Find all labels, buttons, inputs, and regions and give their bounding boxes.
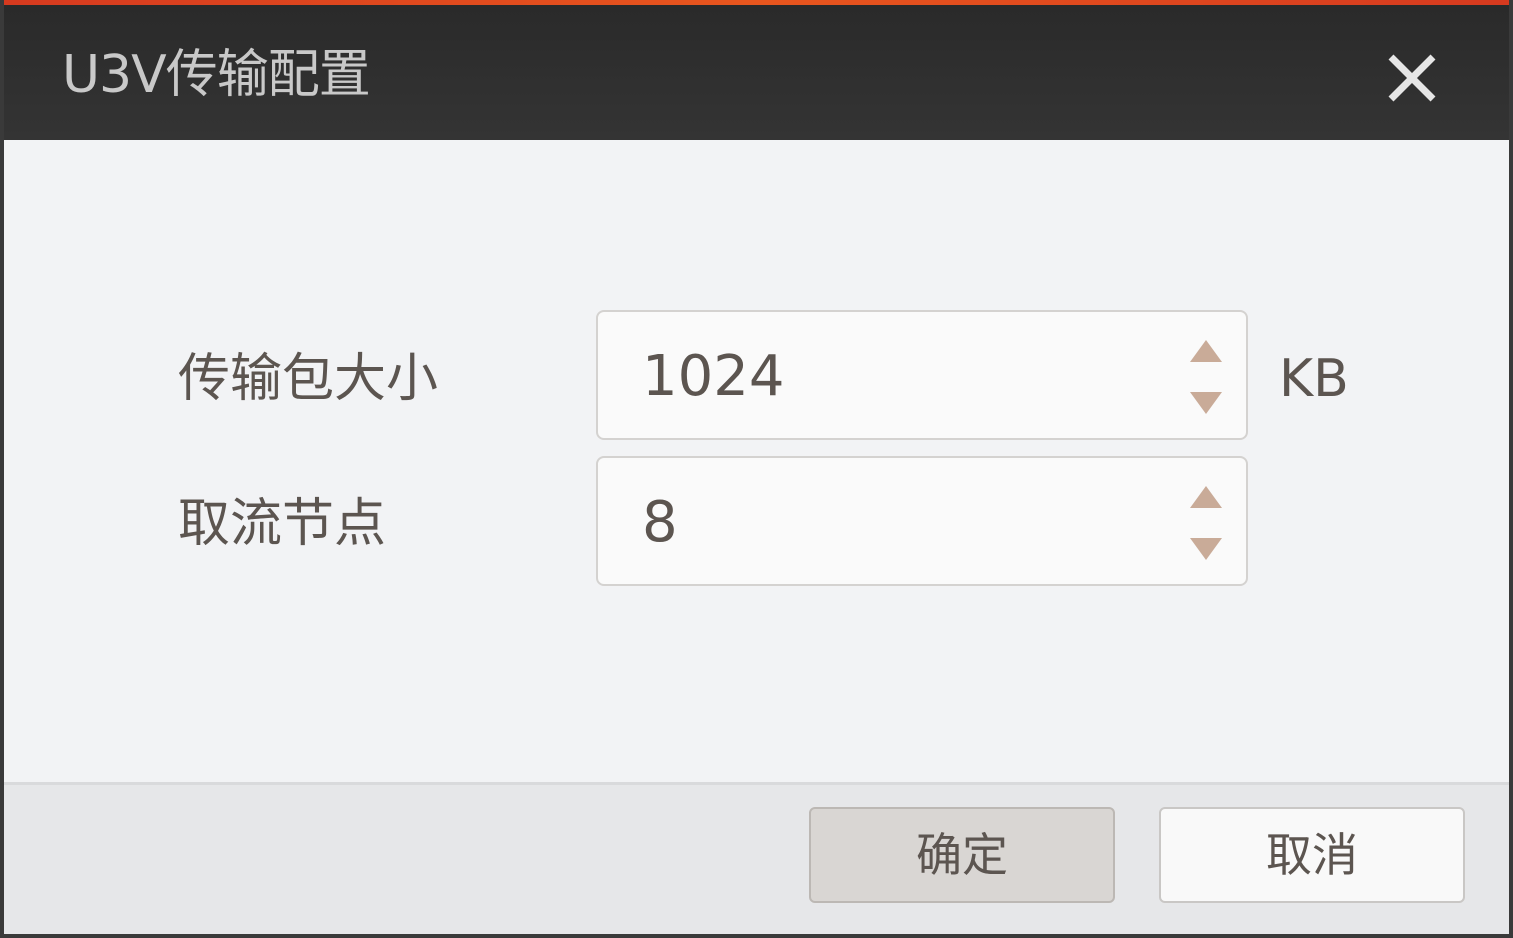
packet-size-label: 传输包大小: [178, 349, 439, 409]
close-button[interactable]: [1383, 49, 1441, 107]
packet-size-unit: KB: [1279, 349, 1349, 409]
stream-nodes-label: 取流节点: [178, 494, 387, 554]
u3v-transfer-config-dialog: U3V传输配置 传输包大小 1024 KB 取流节点 8 确定 取消: [0, 0, 1513, 938]
packet-size-decrement-button[interactable]: [1186, 384, 1226, 424]
stream-nodes-increment-button[interactable]: [1186, 476, 1226, 516]
title-bar[interactable]: U3V传输配置: [4, 5, 1509, 140]
triangle-down-icon: [1190, 538, 1222, 560]
packet-size-increment-button[interactable]: [1186, 330, 1226, 370]
triangle-up-icon: [1190, 340, 1222, 362]
triangle-up-icon: [1190, 486, 1222, 508]
packet-size-value[interactable]: 1024: [642, 342, 785, 412]
stream-nodes-spinbox[interactable]: 8: [596, 456, 1248, 586]
cancel-button[interactable]: 取消: [1159, 807, 1465, 903]
ok-button[interactable]: 确定: [809, 807, 1115, 903]
dialog-body: 传输包大小 1024 KB 取流节点 8: [4, 140, 1509, 782]
packet-size-spinbox[interactable]: 1024: [596, 310, 1248, 440]
triangle-down-icon: [1190, 392, 1222, 414]
stream-nodes-decrement-button[interactable]: [1186, 530, 1226, 570]
stream-nodes-value[interactable]: 8: [642, 488, 678, 558]
close-icon: [1388, 54, 1436, 102]
dialog-footer: 确定 取消: [4, 782, 1509, 934]
dialog-title: U3V传输配置: [62, 45, 371, 105]
